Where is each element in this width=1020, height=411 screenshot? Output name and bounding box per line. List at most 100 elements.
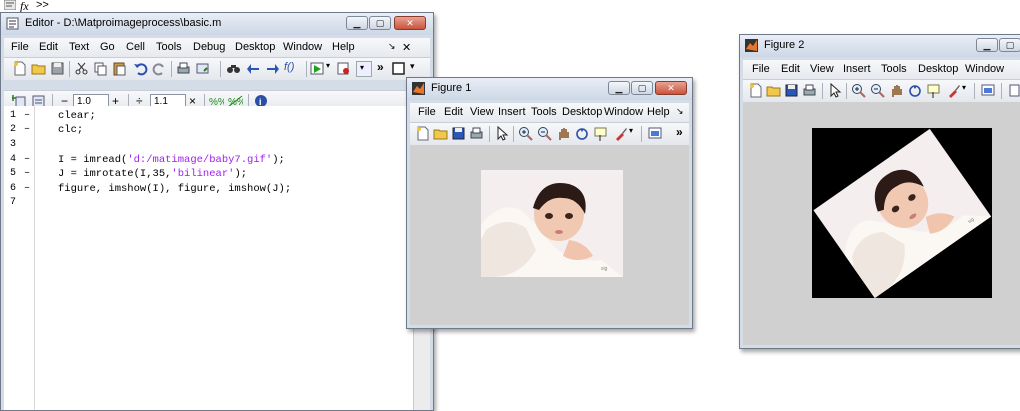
menu-tools[interactable]: Tools bbox=[531, 106, 557, 118]
arrow-pointer-icon[interactable] bbox=[495, 126, 510, 141]
code-line[interactable]: I = imread('d:/matimage/baby7.gif'); bbox=[58, 154, 285, 166]
redo-icon[interactable] bbox=[152, 61, 167, 76]
figure2-title-bar[interactable]: Figure 2 ▁ ▢ bbox=[740, 35, 1020, 57]
zoom-out-icon[interactable] bbox=[537, 126, 552, 141]
menu-edit[interactable]: Edit bbox=[39, 41, 58, 53]
menu-file[interactable]: File bbox=[752, 63, 770, 75]
function-icon[interactable]: f() bbox=[284, 61, 304, 76]
copy-icon[interactable] bbox=[93, 61, 108, 76]
line-number: 2 bbox=[10, 124, 17, 135]
rotate-3d-icon[interactable] bbox=[575, 126, 590, 141]
menu-view[interactable]: View bbox=[810, 63, 834, 75]
figure1-canvas[interactable]: sig bbox=[410, 145, 689, 325]
code-line[interactable]: figure, imshow(I), figure, imshow(J); bbox=[58, 183, 291, 195]
menu-edit[interactable]: Edit bbox=[781, 63, 800, 75]
publish-icon[interactable] bbox=[195, 61, 210, 76]
code-editor[interactable]: 1 2 3 4 5 6 7 – – – – – clear; clc; I = … bbox=[4, 106, 430, 410]
print-icon[interactable] bbox=[802, 83, 817, 98]
menu-desktop[interactable]: Desktop bbox=[562, 106, 602, 118]
brush-icon[interactable] bbox=[946, 83, 961, 98]
rotate-3d-icon[interactable] bbox=[908, 83, 923, 98]
code-line[interactable]: clc; bbox=[58, 124, 83, 136]
open-folder-icon[interactable] bbox=[433, 126, 448, 141]
menu-go[interactable]: Go bbox=[100, 41, 115, 53]
close-button[interactable]: ✕ bbox=[655, 81, 687, 95]
colorbar-icon[interactable] bbox=[648, 126, 663, 141]
brush-icon[interactable] bbox=[613, 126, 628, 141]
maximize-button[interactable]: ▢ bbox=[999, 38, 1020, 52]
pan-hand-icon[interactable] bbox=[556, 126, 571, 141]
breakpoint-marker[interactable]: – bbox=[24, 110, 30, 121]
save-icon[interactable] bbox=[451, 126, 466, 141]
legend-icon[interactable] bbox=[1007, 83, 1020, 98]
menu-edit[interactable]: Edit bbox=[444, 106, 463, 118]
new-file-icon[interactable] bbox=[12, 61, 27, 76]
menu-window[interactable]: Window bbox=[604, 106, 643, 118]
menu-tools[interactable]: Tools bbox=[881, 63, 907, 75]
code-line[interactable]: J = imrotate(I,35,'bilinear'); bbox=[58, 168, 247, 180]
menu-insert[interactable]: Insert bbox=[498, 106, 526, 118]
colorbar-icon[interactable] bbox=[981, 83, 996, 98]
menu-file[interactable]: File bbox=[418, 106, 436, 118]
print-icon[interactable] bbox=[469, 126, 484, 141]
window-layout-icon[interactable] bbox=[391, 61, 406, 76]
minimize-button[interactable]: ▁ bbox=[608, 81, 630, 95]
breakpoint-marker[interactable]: – bbox=[24, 168, 30, 179]
paste-icon[interactable] bbox=[112, 61, 127, 76]
stack-dropdown[interactable]: ▾ bbox=[356, 61, 372, 77]
figure2-canvas[interactable]: sig bbox=[743, 102, 1020, 345]
breakpoint-marker[interactable]: – bbox=[24, 124, 30, 135]
menu-window[interactable]: Window bbox=[283, 41, 322, 53]
layout-dropdown-icon[interactable]: ▾ bbox=[410, 61, 425, 76]
menu-tools[interactable]: Tools bbox=[156, 41, 182, 53]
print-icon[interactable] bbox=[176, 61, 191, 76]
menu-insert[interactable]: Insert bbox=[843, 63, 871, 75]
new-file-icon[interactable] bbox=[748, 83, 763, 98]
maximize-button[interactable]: ▢ bbox=[631, 81, 653, 95]
menu-text[interactable]: Text bbox=[69, 41, 89, 53]
command-prompt[interactable]: >> bbox=[36, 0, 49, 11]
zoom-in-icon[interactable] bbox=[851, 83, 866, 98]
menu-desktop[interactable]: Desktop bbox=[918, 63, 958, 75]
open-folder-icon[interactable] bbox=[766, 83, 781, 98]
menu-cell[interactable]: Cell bbox=[126, 41, 145, 53]
minimize-button[interactable]: ▁ bbox=[346, 16, 368, 30]
maximize-button[interactable]: ▢ bbox=[369, 16, 391, 30]
find-icon[interactable] bbox=[226, 61, 241, 76]
cut-icon[interactable] bbox=[74, 61, 89, 76]
menu-file[interactable]: File bbox=[11, 41, 29, 53]
menu-debug[interactable]: Debug bbox=[193, 41, 225, 53]
breakpoint-icon[interactable] bbox=[336, 61, 351, 76]
breakpoint-marker[interactable]: – bbox=[24, 154, 30, 165]
undo-icon[interactable] bbox=[133, 61, 148, 76]
close-button[interactable]: ✕ bbox=[394, 16, 426, 30]
dock-arrow-icon[interactable]: ↘ bbox=[676, 106, 684, 117]
data-cursor-icon[interactable] bbox=[927, 83, 942, 98]
new-file-icon[interactable] bbox=[415, 126, 430, 141]
figure1-title-bar[interactable]: Figure 1 ▁ ▢ ✕ bbox=[407, 78, 692, 100]
minimize-button[interactable]: ▁ bbox=[976, 38, 998, 52]
open-folder-icon[interactable] bbox=[31, 61, 46, 76]
menu-window[interactable]: Window bbox=[965, 63, 1004, 75]
menu-view[interactable]: View bbox=[470, 106, 494, 118]
arrow-pointer-icon[interactable] bbox=[828, 83, 843, 98]
editor-title-bar[interactable]: Editor - D:\Matproimageprocess\basic.m ▁… bbox=[1, 13, 433, 35]
pan-hand-icon[interactable] bbox=[889, 83, 904, 98]
dock-arrow-icon[interactable]: ↘ bbox=[388, 41, 396, 52]
zoom-in-icon[interactable] bbox=[518, 126, 533, 141]
data-cursor-icon[interactable] bbox=[594, 126, 609, 141]
undock-icon[interactable]: ✕ bbox=[402, 41, 411, 54]
forward-arrow-icon[interactable] bbox=[265, 61, 280, 76]
toolbar-overflow-icon[interactable]: » bbox=[676, 125, 683, 139]
back-arrow-icon[interactable] bbox=[246, 61, 261, 76]
breakpoint-marker[interactable]: – bbox=[24, 183, 30, 194]
menu-help[interactable]: Help bbox=[647, 106, 670, 118]
toolbar-overflow-icon[interactable]: » bbox=[377, 60, 384, 74]
menu-help[interactable]: Help bbox=[332, 41, 355, 53]
save-icon[interactable] bbox=[784, 83, 799, 98]
code-line[interactable]: clear; bbox=[58, 110, 96, 122]
save-icon[interactable] bbox=[50, 61, 65, 76]
zoom-out-icon[interactable] bbox=[870, 83, 885, 98]
run-icon[interactable] bbox=[310, 61, 325, 76]
menu-desktop[interactable]: Desktop bbox=[235, 41, 275, 53]
